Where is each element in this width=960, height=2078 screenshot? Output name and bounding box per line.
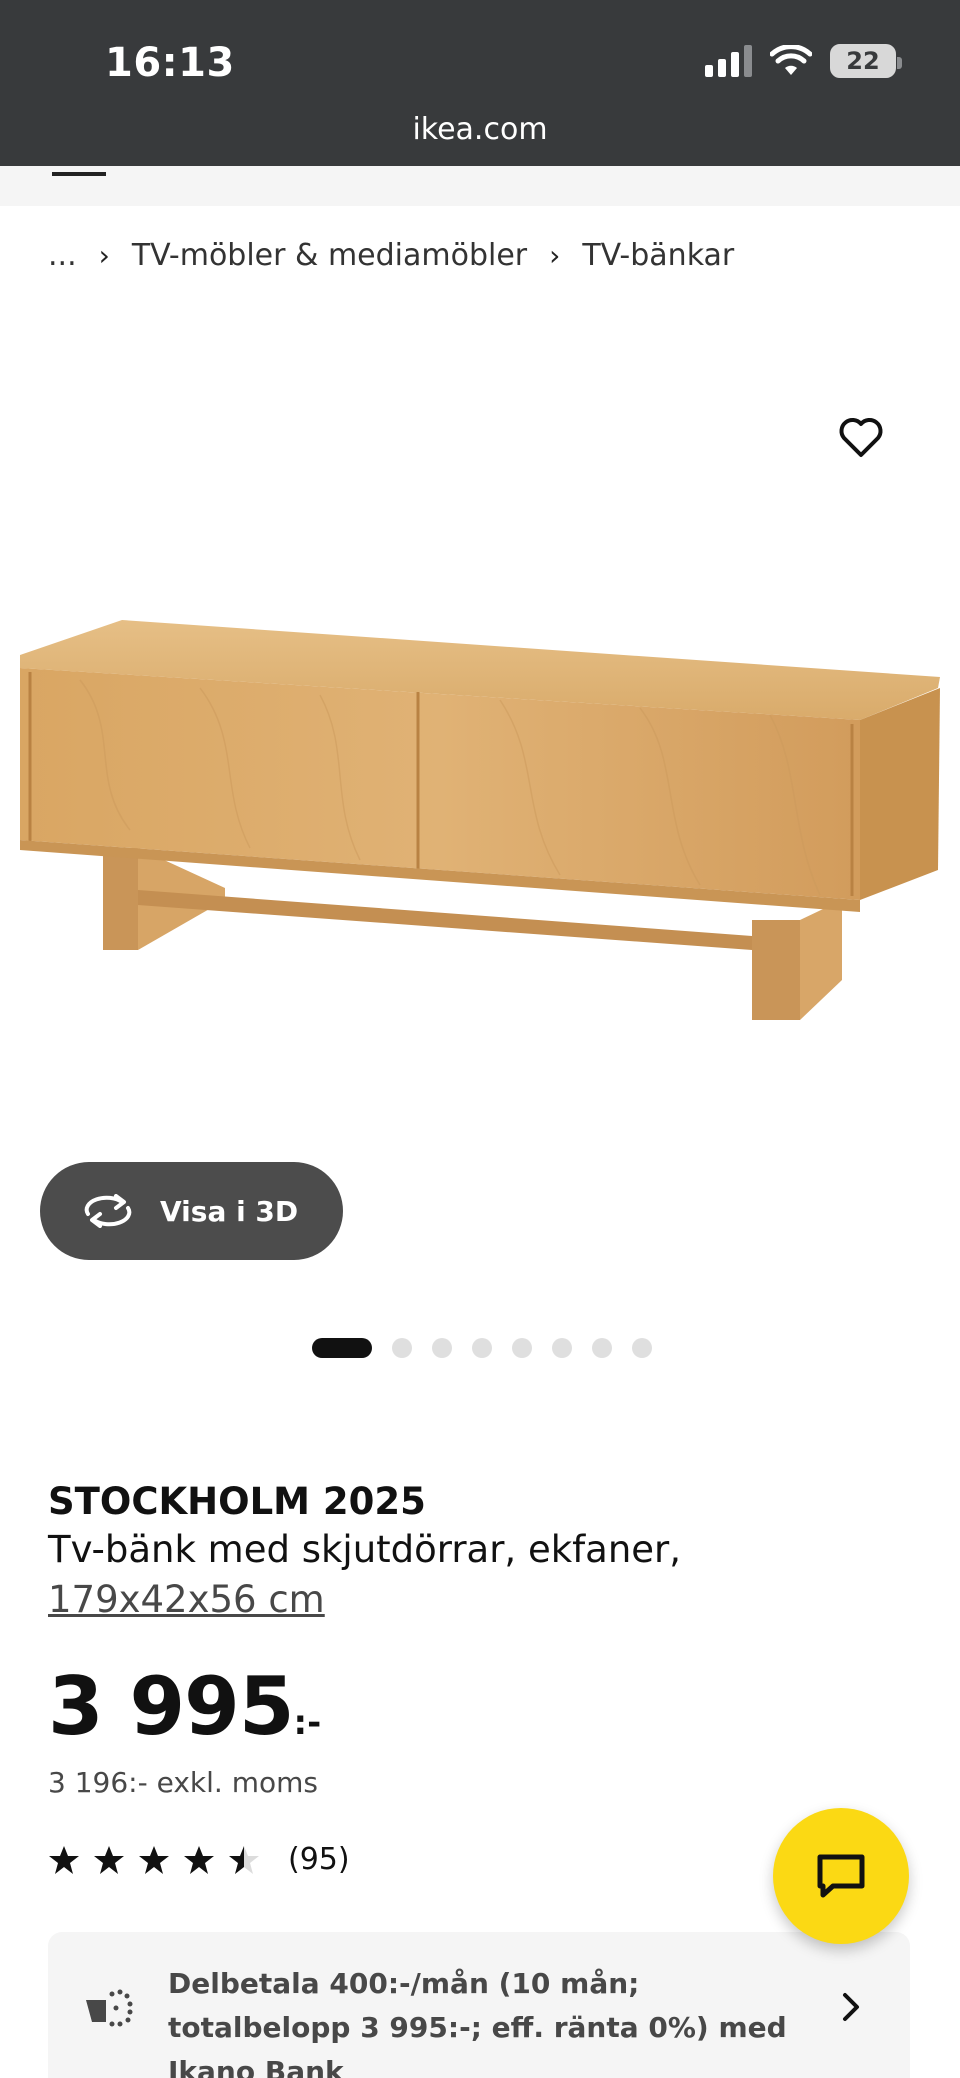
product-name: STOCKHOLM 2025	[48, 1480, 426, 1523]
breadcrumb: ... › TV-möbler & mediamöbler › TV-bänka…	[48, 238, 734, 273]
star-icon	[94, 1845, 124, 1874]
wifi-icon	[770, 45, 812, 75]
breadcrumb-item-tv-bankar[interactable]: TV-bänkar	[582, 238, 734, 273]
carousel-dot[interactable]	[552, 1338, 572, 1358]
product-image[interactable]	[0, 300, 960, 1180]
chat-button[interactable]	[773, 1808, 909, 1944]
price-ex-vat: 3 196:- exkl. moms	[48, 1766, 318, 1799]
half-star-icon	[229, 1845, 259, 1874]
status-time: 16:13	[105, 40, 235, 86]
price-main: 3 995	[48, 1660, 295, 1753]
chat-bubble-icon	[817, 1854, 865, 1898]
view-3d-button[interactable]: Visa i 3D	[40, 1162, 343, 1260]
rating-stars	[48, 1844, 260, 1876]
breadcrumb-item-tv-mobler[interactable]: TV-möbler & mediamöbler	[132, 238, 527, 273]
chevron-right-icon[interactable]	[838, 1990, 864, 2024]
breadcrumb-ellipsis[interactable]: ...	[48, 238, 77, 273]
chevron-right-icon: ›	[98, 239, 110, 272]
address-bar-url[interactable]: ikea.com	[0, 112, 960, 147]
battery-level: 22	[846, 47, 880, 75]
carousel-dot[interactable]	[592, 1338, 612, 1358]
star-icon	[49, 1845, 79, 1874]
battery-icon: 22	[830, 44, 902, 78]
carousel-dot[interactable]	[512, 1338, 532, 1358]
star-icon	[139, 1845, 169, 1874]
price-suffix: :-	[293, 1703, 322, 1743]
review-count[interactable]: (95)	[288, 1842, 350, 1877]
product-description: Tv-bänk med skjutdörrar, ekfaner,	[48, 1528, 682, 1571]
carousel-dot[interactable]	[432, 1338, 452, 1358]
financing-text: Delbetala 400:-/mån (10 mån; totalbelopp…	[168, 1967, 787, 2078]
view-3d-label: Visa i 3D	[160, 1194, 299, 1228]
product-dimensions-link[interactable]: 179x42x56 cm	[48, 1578, 325, 1621]
card-installment-icon	[86, 1989, 133, 2027]
carousel-dot[interactable]	[632, 1338, 652, 1358]
rotate-3d-icon	[84, 1194, 132, 1228]
financing-banner[interactable]: Delbetala 400:-/mån (10 mån; totalbelopp…	[48, 1932, 910, 2078]
product-rating[interactable]: (95)	[48, 1842, 350, 1877]
carousel-dot[interactable]	[472, 1338, 492, 1358]
site-header-strip	[0, 166, 960, 206]
carousel-dot[interactable]	[392, 1338, 412, 1358]
cart-icon[interactable]	[52, 166, 106, 176]
chevron-right-icon: ›	[549, 239, 561, 272]
carousel-dot-active[interactable]	[312, 1338, 372, 1358]
system-icons: 22	[705, 44, 902, 78]
status-bar: 16:13 22 ikea.com	[0, 0, 960, 166]
cellular-signal-icon	[705, 45, 752, 77]
heart-icon[interactable]	[836, 412, 886, 462]
carousel-indicator	[312, 1338, 652, 1358]
star-icon	[184, 1845, 214, 1874]
product-price: 3 995 :-	[48, 1660, 321, 1753]
